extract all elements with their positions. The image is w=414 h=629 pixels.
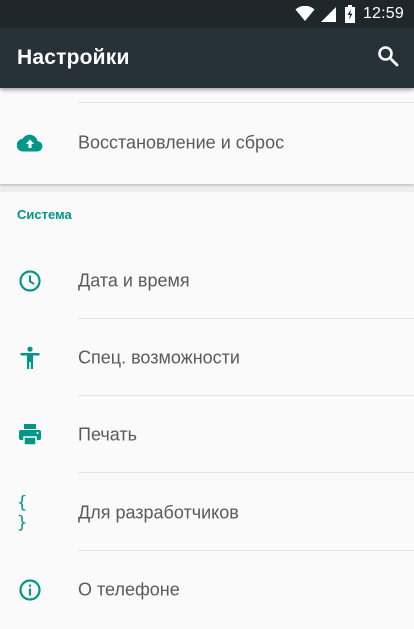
braces-icon: { } [17,492,30,533]
status-icons: 12:59 [295,0,404,28]
settings-item-developer-options[interactable]: { } Для разработчиков [0,474,414,551]
settings-item-print[interactable]: Печать [0,396,414,473]
status-bar: 12:59 [0,0,414,28]
info-icon [17,577,43,603]
clock-icon [17,268,43,294]
settings-item-label: Печать [78,424,137,444]
page-title: Настройки [17,46,130,69]
settings-item-date-time[interactable]: Дата и время [0,242,414,319]
accessibility-icon [17,345,43,371]
wifi-icon [295,6,315,22]
app-toolbar: Настройки [0,28,414,88]
settings-item-label: О телефоне [78,579,180,599]
search-button[interactable] [374,44,402,72]
settings-item-about-phone[interactable]: О телефоне [0,551,414,628]
search-icon [377,45,399,72]
settings-item-label: Восстановление и сброс [78,132,285,152]
top-settings-card: Восстановление и сброс [0,88,414,184]
divider [78,472,414,473]
settings-item-label: Для разработчиков [78,502,239,522]
status-time: 12:59 [362,5,404,22]
printer-icon [17,422,43,448]
divider [78,102,414,103]
settings-item-label: Дата и время [78,270,190,290]
cloud-upload-icon [17,130,43,156]
battery-charging-icon [344,5,355,23]
settings-item-accessibility[interactable]: Спец. возможности [0,319,414,396]
settings-item-label: Спец. возможности [78,347,240,367]
cell-signal-icon [320,6,336,22]
section-gap [0,184,414,192]
settings-item-backup-reset[interactable]: Восстановление и сброс [0,104,414,181]
section-header-system: Система [17,207,72,222]
